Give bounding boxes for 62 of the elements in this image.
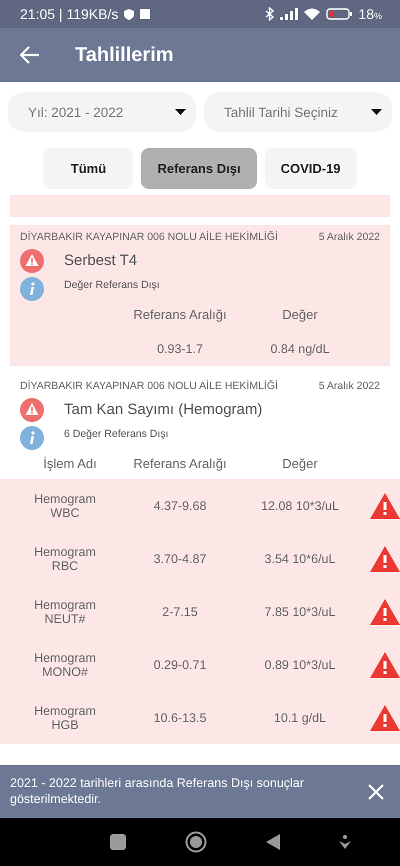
column-header: Referans Aralığı (132, 307, 228, 322)
test-name: Hemogram MONO# (33, 650, 97, 678)
battery-level: 18% (358, 6, 382, 22)
column-header: Değer (281, 307, 319, 322)
status-time: 21:05 | 119KB/s (20, 6, 118, 22)
test-title: Tam Kan Sayımı (Hemogram) (64, 401, 262, 418)
reference-range: 4.37-9.68 (152, 498, 208, 512)
warning-icon (370, 546, 400, 572)
info-icon (20, 426, 44, 450)
filter-tab[interactable]: COVID-19 (264, 148, 357, 189)
reference-range: 2-7.15 (161, 604, 199, 618)
test-name: Hemogram HGB (33, 704, 97, 732)
facility-name: DİYARBAKIR KAYAPINAR 006 NOLU AİLE HEKİMLİĞİ (20, 231, 278, 243)
test-name: Hemogram WBC (33, 492, 97, 520)
status-note: Değer Referans Dışı (64, 279, 160, 291)
filter-tab[interactable]: Referans Dışı (141, 148, 257, 189)
result-value: 0.84 ng/dL (269, 342, 331, 356)
warning-icon (370, 704, 400, 730)
snackbar-message: 2021 - 2022 tarihleri arasında Referans Dışı sonuçlar gösterilmektedir. (10, 776, 305, 808)
result-value: 12.08 10*3/uL (260, 498, 340, 512)
download-icon[interactable] (338, 835, 350, 849)
reference-range: 0.29-0.71 (152, 658, 208, 672)
filter-dropdown[interactable]: Tahlil Tarihi Seçiniz (204, 92, 392, 132)
close-icon[interactable] (368, 784, 384, 800)
square-icon (140, 9, 150, 19)
result-value: 3.54 10*6/uL (264, 552, 336, 566)
filter-tab[interactable]: Tümü (43, 148, 134, 189)
test-title: Serbest T4 (64, 252, 138, 269)
caret-icon (371, 109, 382, 115)
wifi-icon (304, 8, 320, 20)
result-date: 5 Aralık 2022 (318, 231, 380, 243)
signal-icon (280, 8, 298, 20)
shield-icon (124, 8, 134, 20)
warning-icon (20, 249, 44, 273)
battery-icon (326, 8, 352, 20)
column-header: Referans Aralığı (132, 456, 228, 471)
warning-icon (20, 398, 44, 422)
info-icon (20, 277, 44, 301)
result-value: 10.1 g/dL (272, 710, 328, 724)
facility-name: DİYARBAKIR KAYAPINAR 006 NOLU AİLE HEKİMLİĞİ (20, 380, 278, 392)
column-header: İşlem Adı (42, 456, 98, 471)
bluetooth-icon (265, 7, 274, 21)
page-title: Tahlillerim (75, 44, 174, 66)
reference-range: 0.93-1.7 (156, 342, 204, 356)
warning-icon (370, 598, 400, 624)
test-name: Hemogram NEUT# (33, 598, 97, 626)
result-value: 7.85 10*3/uL (264, 604, 336, 618)
back-nav-icon[interactable] (266, 834, 280, 850)
reference-range: 3.70-4.87 (152, 552, 208, 566)
reference-range: 10.6-13.5 (152, 710, 208, 724)
recents-icon[interactable] (110, 834, 126, 850)
filter-dropdown[interactable]: Yıl: 2021 - 2022 (8, 92, 196, 132)
result-value: 0.89 10*3/uL (264, 658, 336, 672)
status-note: 6 Değer Referans Dışı (64, 428, 170, 440)
caret-icon (175, 109, 186, 115)
home-icon[interactable] (184, 831, 206, 853)
warning-icon (370, 492, 400, 518)
test-name: Hemogram RBC (33, 544, 97, 572)
column-header: Değer (281, 456, 319, 471)
result-date: 5 Aralık 2022 (318, 380, 380, 392)
warning-icon (370, 652, 400, 678)
back-icon[interactable] (20, 46, 40, 64)
